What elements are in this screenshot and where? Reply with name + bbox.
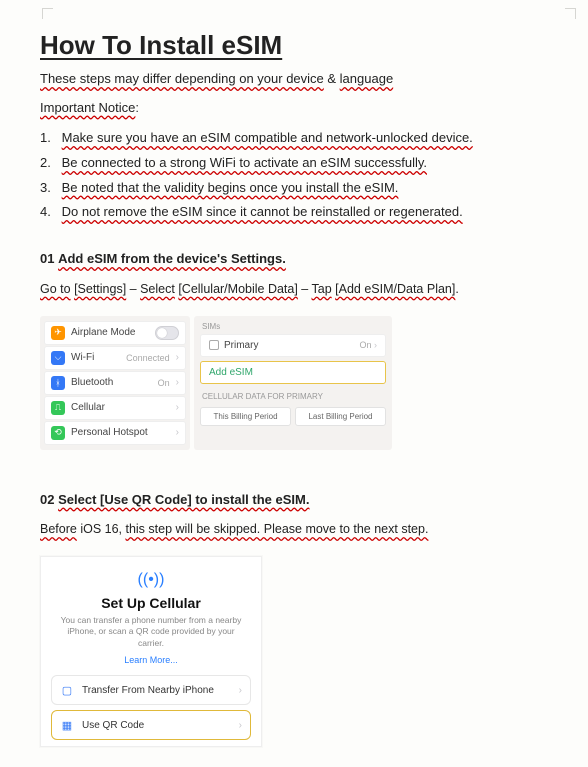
screenshot-step2: ((•)) Set Up Cellular You can transfer a…	[40, 556, 262, 747]
airplane-icon: ✈	[51, 326, 65, 340]
chevron-right-icon: ›	[374, 340, 377, 350]
intro-b: language	[340, 71, 394, 86]
tab-last-period: Last Billing Period	[295, 407, 386, 426]
sim-box-icon	[209, 340, 219, 350]
wifi-icon: ⌵	[51, 351, 65, 365]
row-primary: Primary On ›	[200, 334, 386, 357]
setup-cellular-desc: You can transfer a phone number from a n…	[51, 615, 251, 649]
cellular-data-header: CELLULAR DATA FOR PRIMARY	[202, 392, 384, 401]
row-wifi: ⌵ Wi-Fi Connected ›	[44, 346, 186, 370]
option-use-qr: ▦ Use QR Code ›	[51, 710, 251, 740]
setup-cellular-title: Set Up Cellular	[51, 595, 251, 611]
learn-more-link: Learn More...	[51, 655, 251, 665]
settings-panel: ✈ Airplane Mode ⌵ Wi-Fi Connected › ᚼ Bl…	[40, 316, 190, 450]
chevron-right-icon: ›	[176, 352, 179, 363]
chevron-right-icon: ›	[176, 427, 179, 438]
phone-icon: ▢	[60, 683, 74, 697]
chevron-right-icon: ›	[239, 685, 242, 696]
bluetooth-icon: ᚼ	[51, 376, 65, 390]
tab-this-period: This Billing Period	[200, 407, 291, 426]
notice-line: Important Notice:	[40, 96, 548, 121]
cellular-icon: ⎍	[51, 401, 65, 415]
hotspot-icon: ⟲	[51, 426, 65, 440]
sims-header: SIMs	[202, 322, 384, 331]
intro-a: These steps may differ depending on your…	[40, 71, 324, 86]
rule-3: 3. Be noted that the validity begins onc…	[40, 176, 548, 201]
step1-sub: Go to [Settings] – Select [Cellular/Mobi…	[40, 278, 548, 302]
cellular-panel: SIMs Primary On › Add eSIM CELLULAR DATA…	[194, 316, 392, 450]
row-bluetooth: ᚼ Bluetooth On ›	[44, 371, 186, 395]
page-title: How To Install eSIM	[40, 30, 548, 61]
step2-sub: Before iOS 16, this step will be skipped…	[40, 518, 548, 542]
rule-4: 4. Do not remove the eSIM since it canno…	[40, 200, 548, 225]
row-cellular: ⎍ Cellular ›	[44, 396, 186, 420]
row-add-esim: Add eSIM	[200, 361, 386, 384]
row-airplane: ✈ Airplane Mode	[44, 321, 186, 345]
antenna-icon: ((•))	[51, 571, 251, 589]
chevron-right-icon: ›	[176, 377, 179, 388]
notice-label: Important Notice	[40, 100, 135, 115]
airplane-toggle	[155, 326, 179, 340]
qr-icon: ▦	[60, 718, 74, 732]
step1-heading: 01 Add eSIM from the device's Settings.	[40, 247, 548, 272]
billing-tabs: This Billing Period Last Billing Period	[200, 407, 386, 426]
chevron-right-icon: ›	[239, 720, 242, 731]
chevron-right-icon: ›	[176, 402, 179, 413]
intro-line: These steps may differ depending on your…	[40, 67, 548, 92]
screenshot-step1: ✈ Airplane Mode ⌵ Wi-Fi Connected › ᚼ Bl…	[40, 316, 548, 450]
rule-1: 1. Make sure you have an eSIM compatible…	[40, 126, 548, 151]
rule-2: 2. Be connected to a strong WiFi to acti…	[40, 151, 548, 176]
option-transfer: ▢ Transfer From Nearby iPhone ›	[51, 675, 251, 705]
step2-heading: 02 Select [Use QR Code] to install the e…	[40, 488, 548, 513]
row-hotspot: ⟲ Personal Hotspot ›	[44, 421, 186, 445]
